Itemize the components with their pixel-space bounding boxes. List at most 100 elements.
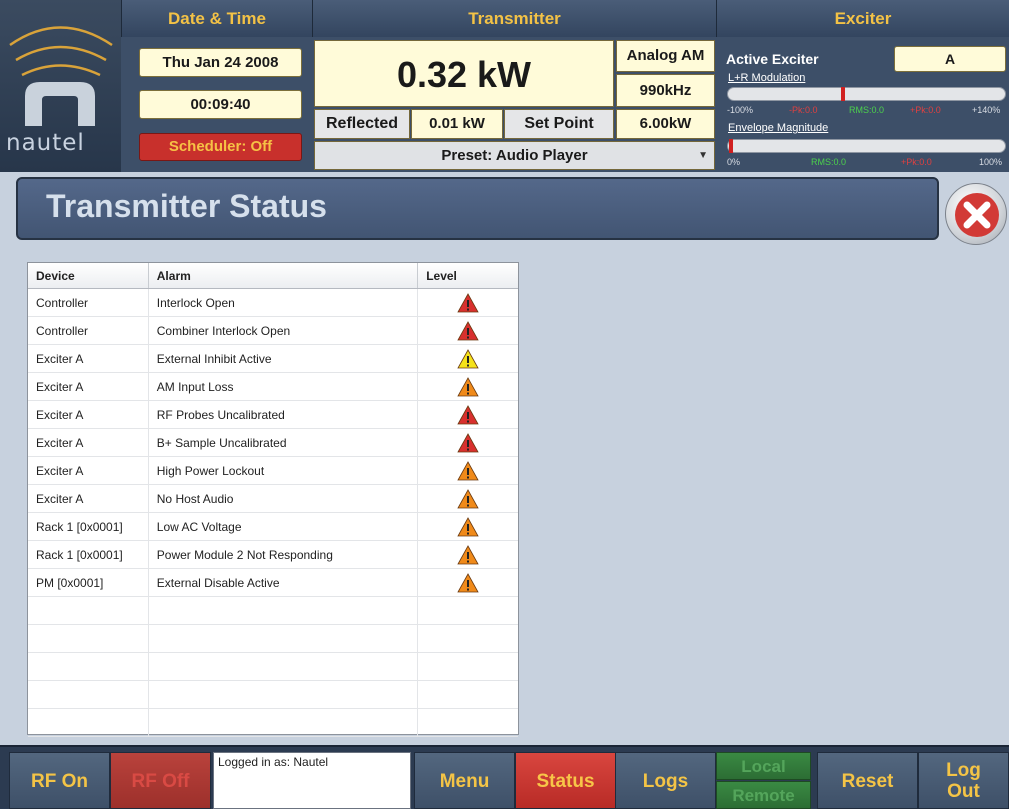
local-button[interactable]: Local: [716, 752, 811, 780]
alarm-cell: [149, 653, 419, 680]
table-row[interactable]: Rack 1 [0x0001] Low AC Voltage: [28, 513, 518, 541]
preset-label: Preset: Audio Player: [441, 147, 588, 164]
table-row[interactable]: Exciter A High Power Lockout: [28, 457, 518, 485]
device-cell: Exciter A: [28, 345, 149, 372]
lr-scale-ppk: +Pk:0.0: [910, 105, 941, 115]
rf-on-button[interactable]: RF On: [9, 752, 110, 809]
envelope-meter: [727, 139, 1006, 153]
envelope-label: Envelope Magnitude: [728, 122, 829, 134]
logout-label-line2: Out: [947, 781, 980, 802]
close-icon: [955, 193, 999, 237]
level-cell: [418, 709, 518, 736]
level-cell: [418, 681, 518, 708]
level-cell: [418, 485, 518, 512]
column-header-level[interactable]: Level: [418, 263, 518, 288]
logout-button[interactable]: Log Out: [918, 752, 1009, 809]
logout-label-line1: Log: [946, 760, 981, 781]
level-cell: [418, 317, 518, 344]
alarm-cell: [149, 625, 419, 652]
table-row[interactable]: Exciter A AM Input Loss: [28, 373, 518, 401]
device-cell: [28, 597, 149, 624]
level-cell: [418, 345, 518, 372]
menu-button[interactable]: Menu: [414, 752, 515, 809]
device-cell: Rack 1 [0x0001]: [28, 541, 149, 568]
table-row[interactable]: [28, 709, 518, 737]
nautel-logo: nautel: [0, 0, 121, 172]
alarm-cell: B+ Sample Uncalibrated: [149, 429, 419, 456]
alarm-cell: No Host Audio: [149, 485, 419, 512]
brand-name: nautel: [6, 130, 85, 156]
table-row[interactable]: [28, 625, 518, 653]
table-row[interactable]: Controller Interlock Open: [28, 289, 518, 317]
alarm-cell: [149, 709, 419, 736]
level-cell: [418, 597, 518, 624]
frequency-display: 990kHz: [616, 74, 715, 107]
alarm-cell: External Disable Active: [149, 569, 419, 596]
envelope-peak-marker: [729, 139, 733, 153]
alarm-cell: RF Probes Uncalibrated: [149, 401, 419, 428]
level-cell: [418, 513, 518, 540]
app-screen: nautel Date & Time Thu Jan 24 2008 00:09…: [0, 0, 1009, 809]
reflected-label: Reflected: [314, 109, 410, 139]
device-cell: [28, 709, 149, 736]
device-cell: Exciter A: [28, 457, 149, 484]
level-cell: [418, 289, 518, 316]
warning-icon: [457, 572, 479, 592]
lr-peak-marker: [841, 87, 845, 101]
page-header: Transmitter Status: [16, 177, 939, 240]
rf-off-button[interactable]: RF Off: [110, 752, 211, 809]
date-display: Thu Jan 24 2008: [139, 48, 302, 77]
scheduler-button[interactable]: Scheduler: Off: [139, 133, 302, 161]
table-row[interactable]: PM [0x0001] External Disable Active: [28, 569, 518, 597]
level-cell: [418, 569, 518, 596]
device-cell: [28, 681, 149, 708]
level-cell: [418, 429, 518, 456]
warning-icon: [457, 320, 479, 340]
setpoint-value[interactable]: 6.00kW: [616, 109, 715, 139]
table-row[interactable]: Exciter A B+ Sample Uncalibrated: [28, 429, 518, 457]
device-cell: Exciter A: [28, 485, 149, 512]
table-row[interactable]: Controller Combiner Interlock Open: [28, 317, 518, 345]
reset-button[interactable]: Reset: [817, 752, 918, 809]
table-row[interactable]: [28, 653, 518, 681]
setpoint-label: Set Point: [504, 109, 614, 139]
device-cell: Rack 1 [0x0001]: [28, 513, 149, 540]
status-button[interactable]: Status: [515, 752, 616, 809]
device-cell: Exciter A: [28, 401, 149, 428]
column-header-device[interactable]: Device: [28, 263, 149, 288]
device-cell: Exciter A: [28, 373, 149, 400]
table-row[interactable]: [28, 597, 518, 625]
logs-button[interactable]: Logs: [615, 752, 716, 809]
alarm-cell: Power Module 2 Not Responding: [149, 541, 419, 568]
lr-scale-max: +140%: [972, 105, 1001, 115]
device-cell: [28, 653, 149, 680]
env-scale-min: 0%: [727, 157, 741, 167]
table-row[interactable]: Exciter A External Inhibit Active: [28, 345, 518, 373]
lr-scale-npk: -Pk:0.0: [789, 105, 818, 115]
column-header-alarm[interactable]: Alarm: [149, 263, 419, 288]
level-cell: [418, 373, 518, 400]
table-header: Device Alarm Level: [28, 263, 518, 289]
device-cell: PM [0x0001]: [28, 569, 149, 596]
table-row[interactable]: Exciter A RF Probes Uncalibrated: [28, 401, 518, 429]
table-row[interactable]: Rack 1 [0x0001] Power Module 2 Not Respon…: [28, 541, 518, 569]
device-cell: Exciter A: [28, 429, 149, 456]
table-row[interactable]: [28, 681, 518, 709]
datetime-header: Date & Time: [121, 0, 312, 37]
login-status: Logged in as: Nautel: [213, 752, 411, 809]
table-body: Controller Interlock Open Controller Combin…: [28, 289, 518, 737]
close-button[interactable]: [945, 183, 1007, 245]
level-cell: [418, 541, 518, 568]
table-row[interactable]: Exciter A No Host Audio: [28, 485, 518, 513]
active-exciter-value[interactable]: A: [894, 46, 1006, 72]
env-scale-max: 100%: [979, 157, 1003, 167]
mode-display: Analog AM: [616, 40, 715, 72]
level-cell: [418, 457, 518, 484]
preset-dropdown[interactable]: Preset: Audio Player ▼: [314, 141, 715, 170]
alarm-table: Device Alarm Level Controller Interlock O…: [27, 262, 519, 737]
env-scale-ppk: +Pk:0.0: [901, 157, 932, 167]
chevron-down-icon: ▼: [698, 150, 708, 161]
page-title: Transmitter Status: [46, 188, 327, 224]
warning-icon: [457, 460, 479, 480]
remote-button[interactable]: Remote: [716, 781, 811, 809]
